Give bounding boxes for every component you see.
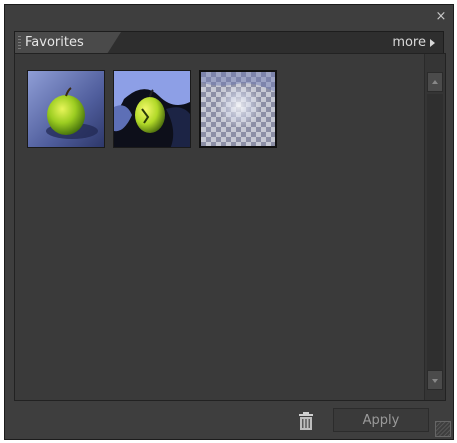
arrow-down-icon [432, 379, 438, 383]
thumbnail-green-apple-cutout[interactable] [113, 70, 191, 148]
green-apple-thumbnail-image [28, 71, 104, 147]
green-apple-cutout-thumbnail-image [114, 71, 190, 147]
more-menu-button[interactable]: more [392, 35, 435, 50]
favorites-panel: × Favorites more Apply [4, 4, 454, 440]
arrow-up-icon [432, 80, 438, 84]
panel-titlebar: × [5, 5, 453, 31]
scroll-down-button[interactable] [427, 370, 443, 390]
favorites-content [14, 53, 446, 401]
more-label: more [392, 35, 426, 50]
close-icon[interactable]: × [435, 10, 447, 23]
scroll-up-button[interactable] [427, 72, 443, 92]
panel-footer: Apply [5, 401, 453, 439]
apply-button[interactable]: Apply [333, 408, 429, 432]
tab-row: Favorites more [14, 31, 444, 54]
tab-label: Favorites [25, 35, 84, 50]
arrow-right-icon [430, 38, 435, 47]
scrollbar-track[interactable] [427, 94, 443, 370]
trash-icon-graphic [299, 412, 313, 430]
thumbnail-transparent-glow[interactable] [199, 70, 277, 148]
vertical-scrollbar[interactable] [424, 54, 445, 400]
tab-favorites[interactable]: Favorites [15, 32, 121, 54]
resize-grip-icon[interactable] [435, 421, 451, 437]
trash-icon[interactable] [297, 411, 315, 431]
thumbnail-green-apple[interactable] [27, 70, 105, 148]
grip-icon [18, 36, 21, 50]
transparent-glow-thumbnail-image [201, 72, 275, 146]
